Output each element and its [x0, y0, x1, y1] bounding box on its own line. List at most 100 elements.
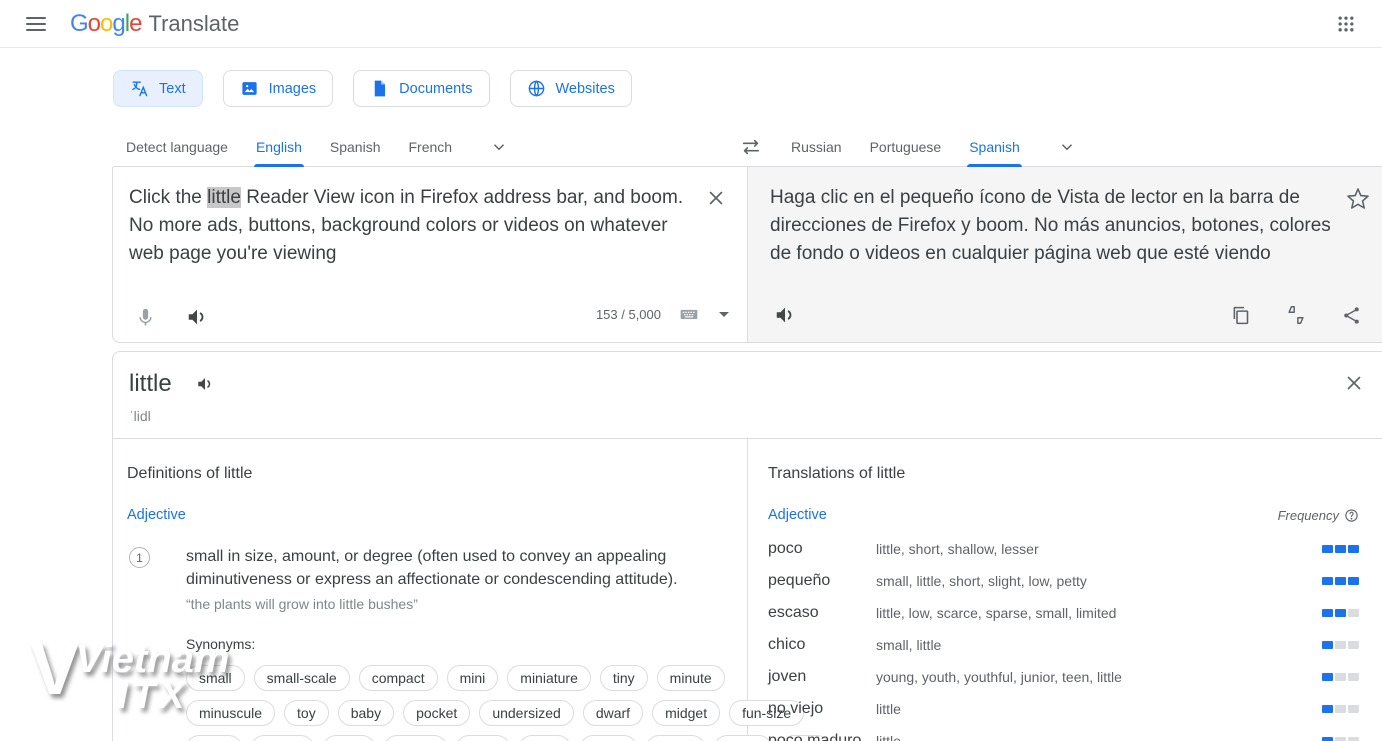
- share-translation-icon[interactable]: [1339, 303, 1364, 328]
- globe-icon: [527, 79, 546, 98]
- frequency-bars: [1322, 737, 1359, 741]
- translation-word[interactable]: pequeño: [768, 572, 876, 590]
- target-lang-chevron-down-icon[interactable]: [1054, 134, 1080, 160]
- translation-word[interactable]: no viejo: [768, 700, 876, 718]
- tab-websites[interactable]: Websites: [510, 70, 632, 107]
- definitions-section: Definitions of little Adjective 1 small …: [113, 439, 748, 741]
- rate-translation-icon[interactable]: [1283, 302, 1309, 328]
- translation-row: jovenyoung, youth, youthful, junior, tee…: [768, 661, 1359, 693]
- translation-word[interactable]: poco: [768, 540, 876, 558]
- synonym-chip[interactable]: toy: [284, 700, 329, 726]
- translation-meanings: little: [876, 733, 1322, 741]
- synonym-chip[interactable]: short: [580, 735, 637, 741]
- source-lang-french[interactable]: French: [408, 127, 452, 167]
- target-lang-russian[interactable]: Russian: [791, 127, 842, 167]
- synonym-chip[interactable]: pocket: [403, 700, 470, 726]
- frequency-help-icon[interactable]: [1344, 508, 1359, 523]
- source-lang-chevron-down-icon[interactable]: [486, 134, 512, 160]
- tab-images[interactable]: Images: [223, 70, 334, 107]
- pronunciation: ˈlidl: [129, 408, 1363, 424]
- translation-meanings: little, short, shallow, lesser: [876, 541, 1322, 557]
- virtual-keyboard-icon[interactable]: [677, 302, 701, 326]
- synonym-chip[interactable]: wee: [519, 735, 571, 741]
- synonym-chip[interactable]: sweet: [384, 735, 447, 741]
- source-text[interactable]: Click the little Reader View icon in Fir…: [129, 184, 691, 268]
- synonym-chip[interactable]: minute: [657, 665, 725, 691]
- synonym-chip[interactable]: bijou: [186, 735, 242, 741]
- translation-word[interactable]: poco maduro: [768, 732, 876, 741]
- tab-documents-label: Documents: [399, 81, 472, 97]
- copy-translation-icon[interactable]: [1228, 303, 1253, 328]
- synonym-chip-row: minusculetoybabypocketundersizeddwarfmid…: [186, 700, 696, 726]
- save-translation-star-icon[interactable]: [1344, 185, 1372, 213]
- translation-word[interactable]: chico: [768, 636, 876, 654]
- synonym-chip[interactable]: minuscule: [186, 700, 275, 726]
- frequency-bars: [1322, 577, 1359, 585]
- listen-source-speaker-icon[interactable]: [184, 304, 210, 330]
- source-lang-spanish[interactable]: Spanish: [330, 127, 381, 167]
- translation-word[interactable]: escaso: [768, 604, 876, 622]
- source-text-before: Click the: [129, 187, 207, 208]
- synonym-chip[interactable]: small: [646, 735, 705, 741]
- synonym-chip[interactable]: compact: [359, 665, 438, 691]
- synonym-chip[interactable]: small: [186, 665, 245, 691]
- synonym-chip[interactable]: dear: [456, 735, 510, 741]
- definitions-heading: Definitions of little: [127, 465, 731, 483]
- hamburger-menu-icon[interactable]: [16, 4, 56, 44]
- definition-item: 1 small in size, amount, or degree (ofte…: [127, 545, 731, 741]
- frequency-bars: [1322, 545, 1359, 553]
- synonym-chip[interactable]: baby: [338, 700, 394, 726]
- microphone-icon[interactable]: [133, 305, 158, 330]
- synonym-chips: small small-scale compact mini miniature tiny…: [186, 665, 696, 741]
- translate-text-icon: [130, 79, 149, 98]
- close-dictionary-icon[interactable]: [1341, 370, 1367, 396]
- source-text-highlighted-word[interactable]: little: [207, 187, 241, 208]
- translations-pos-label: Adjective: [768, 507, 827, 523]
- translation-word[interactable]: joven: [768, 668, 876, 686]
- synonym-chip[interactable]: small-scale: [254, 665, 350, 691]
- target-lang-spanish[interactable]: Spanish: [969, 127, 1020, 167]
- tab-documents[interactable]: Documents: [353, 70, 489, 107]
- swap-languages-icon[interactable]: [731, 129, 771, 165]
- definitions-pos-label: Adjective: [127, 507, 731, 523]
- translation-meanings: little: [876, 701, 1322, 717]
- synonym-chip[interactable]: cute: [323, 735, 375, 741]
- frequency-bars: [1322, 609, 1359, 617]
- synonym-chip[interactable]: dwarf: [583, 700, 643, 726]
- dictionary-header: little ˈlidl: [113, 352, 1382, 438]
- top-bar: Google Translate: [0, 0, 1382, 48]
- source-lang-english[interactable]: English: [256, 127, 302, 167]
- translations-section: Translations of little Adjective Frequen…: [748, 439, 1382, 741]
- tab-text-label: Text: [159, 81, 186, 97]
- google-apps-grid-icon[interactable]: [1326, 4, 1366, 44]
- image-icon: [240, 79, 259, 98]
- target-lang-portuguese[interactable]: Portuguese: [870, 127, 942, 167]
- synonym-chip[interactable]: midget: [652, 700, 720, 726]
- frequency-bars: [1322, 673, 1359, 681]
- headword: little: [129, 370, 172, 398]
- frequency-label: Frequency: [1278, 508, 1359, 523]
- clear-source-text-icon[interactable]: [703, 185, 729, 211]
- tab-text[interactable]: Text: [113, 70, 203, 107]
- synonym-chip[interactable]: undersized: [479, 700, 574, 726]
- character-count: 153 / 5,000: [596, 307, 661, 322]
- synonym-chip[interactable]: mini: [447, 665, 499, 691]
- synonym-chip[interactable]: tiny: [600, 665, 648, 691]
- synonym-chip[interactable]: dainty: [251, 735, 314, 741]
- google-translate-app: Google Translate Text: [0, 0, 1382, 741]
- translation-meanings: young, youth, youthful, junior, teen, li…: [876, 669, 1322, 685]
- pronounce-headword-speaker-icon[interactable]: [194, 373, 216, 395]
- synonym-chip[interactable]: miniature: [507, 665, 591, 691]
- synonyms-label: Synonyms:: [186, 636, 696, 652]
- translation-row: chicosmall, little: [768, 629, 1359, 661]
- synonym-chip-row: small small-scale compact mini miniature tiny…: [186, 665, 696, 691]
- definition-text: small in size, amount, or degree (often …: [186, 545, 696, 591]
- app-logo[interactable]: Google Translate: [70, 10, 239, 38]
- language-bar: Detect language English Spanish French R…: [113, 127, 1382, 167]
- source-lang-detect[interactable]: Detect language: [126, 127, 228, 167]
- keyboard-options-caret-icon[interactable]: [717, 310, 731, 319]
- source-text-panel[interactable]: Click the little Reader View icon in Fir…: [113, 167, 748, 342]
- translation-row: escasolittle, low, scarce, sparse, small…: [768, 597, 1359, 629]
- listen-translation-speaker-icon[interactable]: [772, 302, 798, 328]
- translated-text[interactable]: Haga clic en el pequeño ícono de Vista d…: [770, 184, 1334, 268]
